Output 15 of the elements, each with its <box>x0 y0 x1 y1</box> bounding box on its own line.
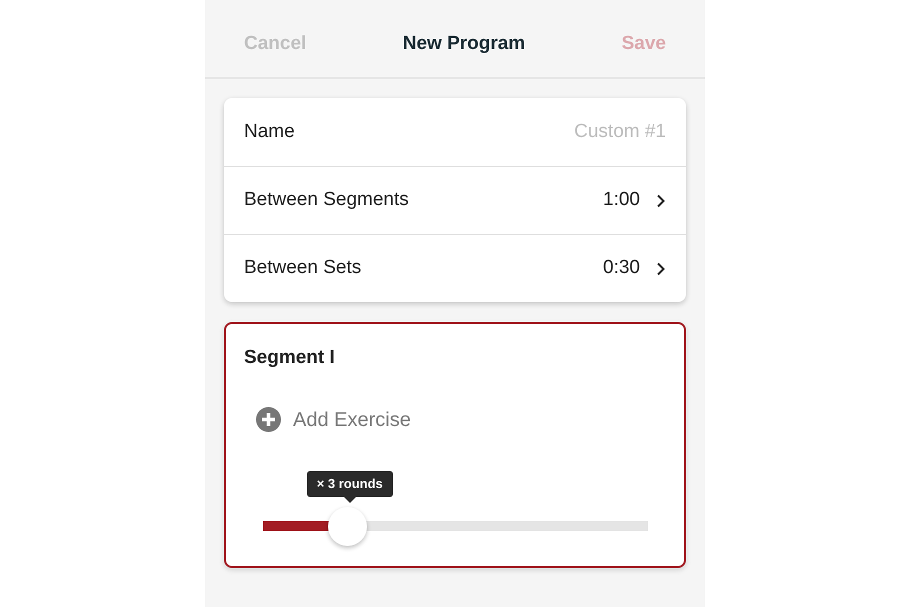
chevron-right-icon <box>656 194 666 208</box>
slider-thumb[interactable] <box>328 506 368 546</box>
setting-label: Between Sets <box>244 256 362 280</box>
add-exercise-button[interactable]: Add Exercise <box>256 404 411 434</box>
screen-title: New Program <box>402 32 526 56</box>
name-input-field[interactable]: Custom #1 <box>466 118 666 146</box>
setting-label: Name <box>244 120 295 144</box>
plus-circle-icon <box>256 407 281 432</box>
chevron-right-icon <box>656 262 666 276</box>
tooltip-pointer-icon <box>344 496 356 502</box>
slider-track[interactable] <box>263 520 648 530</box>
setting-value[interactable]: 1:00 <box>603 186 640 215</box>
setting-value[interactable]: 0:30 <box>603 254 640 283</box>
setting-label: Between Segments <box>244 188 409 212</box>
segment-title: Segment I <box>244 346 336 370</box>
